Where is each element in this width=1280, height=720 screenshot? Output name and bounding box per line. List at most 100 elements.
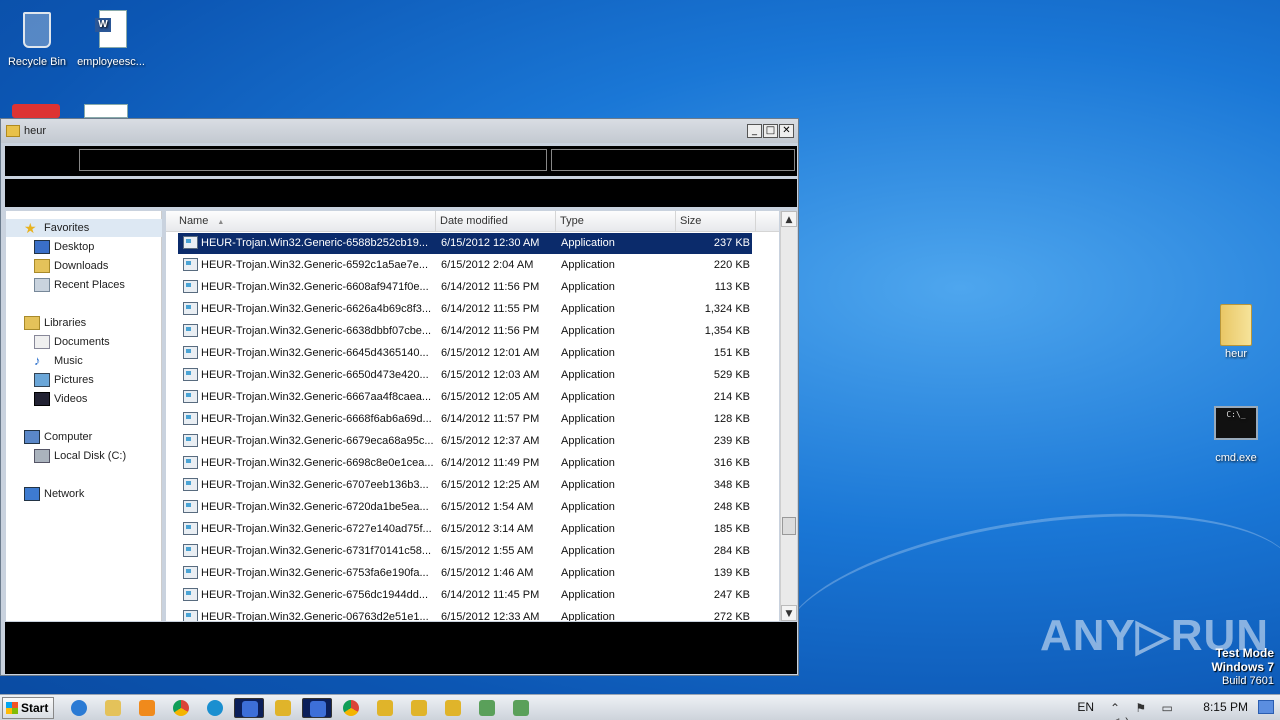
recent-places-icon <box>34 278 50 292</box>
search-input[interactable] <box>551 149 795 171</box>
nav-downloads[interactable]: Downloads <box>34 257 108 275</box>
file-size: 348 KB <box>713 479 750 491</box>
nav-libraries[interactable]: Libraries <box>24 314 86 332</box>
windows-version-line: Windows 7 <box>1211 660 1274 674</box>
taskbar-chrome[interactable] <box>166 698 196 718</box>
file-size: 185 KB <box>713 523 750 535</box>
taskbar-shield-app-3[interactable] <box>302 698 332 718</box>
nav-favorites[interactable]: ★ Favorites <box>6 219 162 237</box>
file-row[interactable]: HEUR-Trojan.Win32.Generic-6731f70141c58.… <box>178 541 752 562</box>
nav-videos[interactable]: Videos <box>34 390 87 408</box>
cmd-icon: C:\_ <box>1214 404 1258 448</box>
scroll-up-arrow-icon[interactable]: ▲ <box>781 211 797 227</box>
recycle-bin-desktop-icon[interactable]: Recycle Bin <box>2 8 72 68</box>
cmd-desktop-icon[interactable]: C:\_ cmd.exe <box>1201 404 1271 464</box>
file-size: 139 KB <box>713 567 750 579</box>
start-button[interactable]: Start <box>2 697 54 719</box>
nav-pictures[interactable]: Pictures <box>34 371 94 389</box>
nav-label: Computer <box>44 431 93 443</box>
file-name: HEUR-Trojan.Win32.Generic-6608af9471f0e.… <box>201 281 429 293</box>
nav-recent-places[interactable]: Recent Places <box>34 276 125 294</box>
file-row[interactable]: HEUR-Trojan.Win32.Generic-6667aa4f8caea.… <box>178 387 752 408</box>
maximize-button[interactable]: □ <box>763 124 778 138</box>
close-button[interactable]: ✕ <box>779 124 794 138</box>
file-row[interactable]: HEUR-Trojan.Win32.Generic-6592c1a5ae7e..… <box>178 255 752 276</box>
taskbar-shield-app-4[interactable] <box>370 698 400 718</box>
partial-desktop-icon-2[interactable] <box>84 104 134 118</box>
media-player-icon <box>139 700 155 716</box>
chrome-icon <box>343 700 359 716</box>
file-name: HEUR-Trojan.Win32.Generic-6650d473e420..… <box>201 369 429 381</box>
scroll-down-arrow-icon[interactable]: ▼ <box>781 605 797 621</box>
taskbar-installer-2[interactable] <box>506 698 536 718</box>
file-date: 6/15/2012 3:14 AM <box>441 523 534 535</box>
file-row[interactable]: HEUR-Trojan.Win32.Generic-6588b252cb19..… <box>178 233 752 254</box>
application-icon <box>183 412 198 425</box>
file-size: 1,354 KB <box>704 325 750 337</box>
file-name: HEUR-Trojan.Win32.Generic-6638dbbf07cbe.… <box>201 325 432 337</box>
taskbar-media-player[interactable] <box>132 698 162 718</box>
file-row[interactable]: HEUR-Trojan.Win32.Generic-6698c8e0e1cea.… <box>178 453 752 474</box>
file-row[interactable]: HEUR-Trojan.Win32.Generic-6645d4365140..… <box>178 343 752 364</box>
nav-label: Documents <box>54 336 110 348</box>
file-row[interactable]: HEUR-Trojan.Win32.Generic-6679eca68a95c.… <box>178 431 752 452</box>
application-icon <box>183 368 198 381</box>
nav-computer[interactable]: Computer <box>24 428 92 446</box>
vertical-scrollbar[interactable]: ▲ ▼ <box>780 211 797 621</box>
address-input[interactable] <box>79 149 547 171</box>
word-doc-desktop-icon[interactable]: W employeesc... <box>76 8 146 68</box>
file-row[interactable]: HEUR-Trojan.Win32.Generic-6753fa6e190fa.… <box>178 563 752 584</box>
test-mode-notice: Test Mode Windows 7 Build 7601 <box>1211 646 1274 688</box>
file-date: 6/15/2012 12:30 AM <box>441 237 540 249</box>
taskbar-edge[interactable] <box>200 698 230 718</box>
taskbar-explorer[interactable] <box>98 698 128 718</box>
edge-icon <box>207 700 223 716</box>
file-name: HEUR-Trojan.Win32.Generic-6727e140ad75f.… <box>201 523 432 535</box>
column-size[interactable]: Size <box>676 211 756 232</box>
file-row[interactable]: HEUR-Trojan.Win32.Generic-6668f6ab6a69d.… <box>178 409 752 430</box>
taskbar-shield-app-6[interactable] <box>438 698 468 718</box>
cmd-label: cmd.exe <box>1215 452 1257 464</box>
scroll-thumb[interactable] <box>782 517 796 535</box>
taskbar-ie[interactable] <box>64 698 94 718</box>
language-indicator[interactable]: EN <box>1077 700 1094 714</box>
file-row[interactable]: HEUR-Trojan.Win32.Generic-06763d2e51e1..… <box>178 607 752 621</box>
tray-icons[interactable]: ⌃ ⚑ ▭ ◁) <box>1110 701 1200 720</box>
file-row[interactable]: HEUR-Trojan.Win32.Generic-6727e140ad75f.… <box>178 519 752 540</box>
file-row[interactable]: HEUR-Trojan.Win32.Generic-6707eeb136b3..… <box>178 475 752 496</box>
file-row[interactable]: HEUR-Trojan.Win32.Generic-6720da1be5ea..… <box>178 497 752 518</box>
file-row[interactable]: HEUR-Trojan.Win32.Generic-6638dbbf07cbe.… <box>178 321 752 342</box>
column-name[interactable]: Name ▲ <box>166 211 436 232</box>
minimize-button[interactable]: _ <box>747 124 762 138</box>
column-date[interactable]: Date modified <box>436 211 556 232</box>
file-size: 1,324 KB <box>704 303 750 315</box>
taskbar-shield-app-5[interactable] <box>404 698 434 718</box>
taskbar-shield-app-2[interactable] <box>268 698 298 718</box>
file-row[interactable]: HEUR-Trojan.Win32.Generic-6756dc1944dd..… <box>178 585 752 606</box>
nav-documents[interactable]: Documents <box>34 333 110 351</box>
file-row[interactable]: HEUR-Trojan.Win32.Generic-6608af9471f0e.… <box>178 277 752 298</box>
heur-folder-desktop-icon[interactable]: heur <box>1201 300 1271 360</box>
taskbar-shield-app-1[interactable] <box>234 698 264 718</box>
file-type: Application <box>561 523 615 535</box>
application-icon <box>183 588 198 601</box>
file-row[interactable]: HEUR-Trojan.Win32.Generic-6650d473e420..… <box>178 365 752 386</box>
partial-desktop-icon[interactable] <box>12 104 62 118</box>
sort-ascending-icon: ▲ <box>217 219 225 226</box>
window-titlebar[interactable]: heur _ □ ✕ <box>1 119 798 143</box>
column-type[interactable]: Type <box>556 211 676 232</box>
clock[interactable]: 8:15 PM <box>1203 700 1248 714</box>
nav-desktop[interactable]: Desktop <box>34 238 94 256</box>
nav-local-disk[interactable]: Local Disk (C:) <box>34 447 126 465</box>
file-size: 239 KB <box>713 435 750 447</box>
taskbar-installer-1[interactable] <box>472 698 502 718</box>
nav-label: Desktop <box>54 241 95 253</box>
file-row[interactable]: HEUR-Trojan.Win32.Generic-6626a4b69c8f3.… <box>178 299 752 320</box>
file-date: 6/15/2012 1:54 AM <box>441 501 534 513</box>
taskbar-chrome-2[interactable] <box>336 698 366 718</box>
file-date: 6/14/2012 11:57 PM <box>441 413 540 425</box>
nav-network[interactable]: Network <box>24 485 84 503</box>
show-desktop-icon[interactable] <box>1258 700 1274 714</box>
file-size: 113 KB <box>714 281 750 293</box>
nav-music[interactable]: ♪ Music <box>34 352 83 370</box>
